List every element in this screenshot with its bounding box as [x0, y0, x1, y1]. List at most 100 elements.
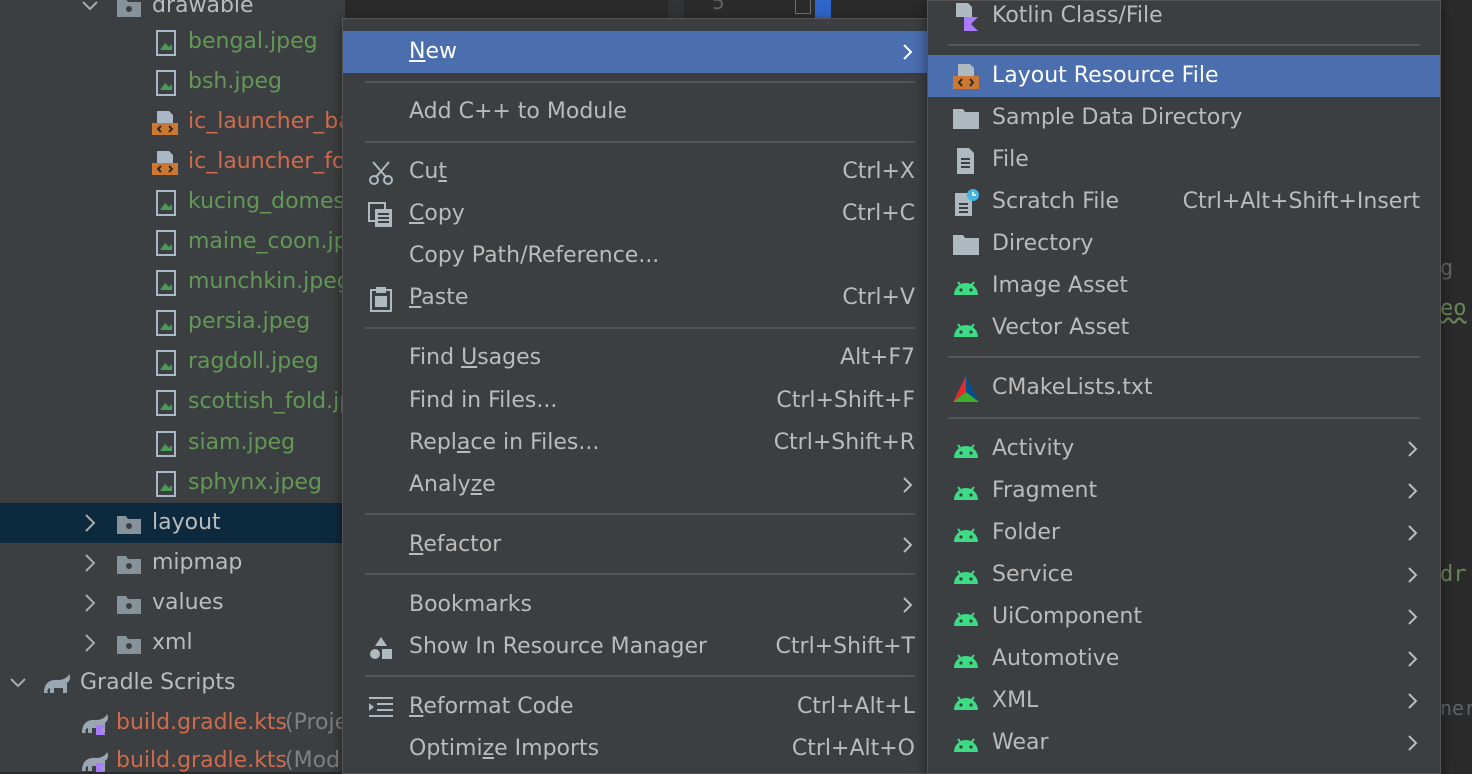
menu-item-copy-path[interactable]: Copy Path/Reference...	[343, 235, 927, 277]
tree-file[interactable]: ragdoll.jpeg	[0, 342, 345, 382]
tree-gradle-file[interactable]: build.gradle.kts (Mod	[0, 741, 345, 772]
menu-item-label: Replace in Files...	[409, 430, 600, 455]
image-file-icon	[156, 190, 176, 216]
menu-item-label: Cut	[409, 159, 447, 184]
xml-file-icon	[152, 111, 178, 135]
menu-item-image-asset[interactable]: Image Asset	[928, 265, 1440, 307]
menu-separator	[365, 81, 915, 83]
menu-item-vector-asset[interactable]: Vector Asset	[928, 307, 1440, 349]
menu-item-label: Copy Path/Reference...	[409, 243, 660, 268]
menu-item-label: CMakeLists.txt	[992, 375, 1153, 400]
menu-separator	[365, 513, 915, 515]
image-file-icon	[156, 350, 176, 376]
tree-file[interactable]: ic_launcher_ba	[0, 102, 345, 142]
tree-file[interactable]: ic_launcher_fo	[0, 142, 345, 182]
tree-gradle-scripts[interactable]: Gradle Scripts	[0, 663, 345, 703]
menu-item-new[interactable]: New	[343, 31, 927, 73]
menu-separator	[365, 573, 915, 575]
tree-folder-values[interactable]: values	[0, 583, 345, 623]
file-icon	[957, 148, 974, 174]
editor-marker	[815, 0, 831, 18]
menu-item-replace-in-files[interactable]: Replace in Files... Ctrl+Shift+R	[343, 422, 927, 464]
menu-item-cut[interactable]: Cut Ctrl+X	[343, 151, 927, 193]
menu-item-label: Optimize Imports	[409, 736, 600, 761]
menu-item-uicomponent[interactable]: UiComponent	[928, 596, 1440, 638]
menu-item-service[interactable]: Service	[928, 554, 1440, 596]
menu-item-file[interactable]: File	[928, 139, 1440, 181]
menu-item-shortcut: Ctrl+X	[842, 159, 915, 184]
submenu-arrow-icon	[1408, 525, 1418, 541]
chevron-down-icon	[82, 1, 98, 11]
menu-item-directory[interactable]: Directory	[928, 223, 1440, 265]
menu-item-label: Folder	[992, 520, 1060, 545]
tree-file[interactable]: bengal.jpeg	[0, 22, 345, 62]
tree-file[interactable]: bsh.jpeg	[0, 62, 345, 102]
line-number: 5	[712, 0, 725, 14]
menu-item-sample-data-directory[interactable]: Sample Data Directory	[928, 97, 1440, 139]
tree-file[interactable]: maine_coon.jp	[0, 222, 345, 262]
gradle-kotlin-icon	[82, 714, 109, 735]
menu-item-analyze[interactable]: Analyze	[343, 464, 927, 506]
menu-item-optimize-imports[interactable]: Optimize Imports Ctrl+Alt+O	[343, 728, 927, 770]
xml-file-icon	[152, 151, 178, 175]
menu-item-fragment[interactable]: Fragment	[928, 470, 1440, 512]
menu-item-activity[interactable]: Activity	[928, 428, 1440, 470]
menu-item-show-in-resource-manager[interactable]: Show In Resource Manager Ctrl+Shift+T	[343, 626, 927, 668]
menu-item-layout-resource-file[interactable]: Layout Resource File	[928, 55, 1440, 97]
menu-item-label: Bookmarks	[409, 592, 532, 617]
submenu-arrow-icon	[903, 597, 913, 613]
tree-folder-label: mipmap	[152, 550, 243, 575]
tree-file[interactable]: kucing_domes	[0, 182, 345, 222]
menu-item-cmakelists[interactable]: CMakeLists.txt	[928, 367, 1440, 409]
menu-item-folder[interactable]: Folder	[928, 512, 1440, 554]
menu-item-shortcut: Ctrl+Alt+Shift+Insert	[1182, 189, 1420, 214]
tree-file-suffix: (Proje	[285, 710, 345, 735]
menu-item-refactor[interactable]: Refactor	[343, 524, 927, 566]
submenu-arrow-icon	[903, 537, 913, 553]
menu-item-label: Automotive	[992, 646, 1120, 671]
paste-icon	[370, 287, 392, 312]
menu-item-wear[interactable]: Wear	[928, 722, 1440, 764]
menu-item-xml[interactable]: XML	[928, 680, 1440, 722]
menu-item-label: Refactor	[409, 532, 502, 557]
tree-folder-mipmap[interactable]: mipmap	[0, 543, 345, 583]
menu-item-copy[interactable]: Copy Ctrl+C	[343, 193, 927, 235]
menu-item-bookmarks[interactable]: Bookmarks	[343, 584, 927, 626]
menu-separator	[365, 327, 915, 329]
tree-file-label: maine_coon.jp	[188, 229, 345, 254]
tree-file[interactable]: munchkin.jpeg	[0, 262, 345, 302]
tree-file-label: ic_launcher_ba	[188, 109, 345, 134]
menu-item-add-cpp[interactable]: Add C++ to Module	[343, 91, 927, 133]
tree-folder-layout[interactable]: layout	[0, 503, 345, 543]
android-icon	[954, 738, 978, 752]
submenu-arrow-icon	[1408, 609, 1418, 625]
folder-icon	[117, 516, 141, 534]
tree-file[interactable]: persia.jpeg	[0, 302, 345, 342]
tree-folder-xml[interactable]: xml	[0, 623, 345, 663]
image-file-icon	[156, 390, 176, 416]
tree-file[interactable]: siam.jpeg	[0, 423, 345, 463]
menu-item-label: Find Usages	[409, 345, 542, 370]
cmake-icon	[953, 376, 979, 402]
menu-item-scratch-file[interactable]: Scratch File Ctrl+Alt+Shift+Insert	[928, 181, 1440, 223]
tree-file[interactable]: sphynx.jpeg	[0, 463, 345, 503]
context-menu: New Add C++ to Module Cut Ctrl+X Copy Ct…	[342, 18, 928, 774]
tree-file[interactable]: scottish_fold.jp	[0, 382, 345, 422]
chevron-right-icon	[85, 594, 96, 612]
menu-item-find-usages[interactable]: Find Usages Alt+F7	[343, 337, 927, 379]
tree-gradle-file[interactable]: build.gradle.kts (Proje	[0, 703, 345, 743]
menu-item-find-in-files[interactable]: Find in Files... Ctrl+Shift+F	[343, 380, 927, 422]
menu-item-paste[interactable]: Paste Ctrl+V	[343, 277, 927, 319]
submenu-arrow-icon	[903, 44, 913, 60]
resource-manager-icon	[370, 637, 392, 659]
fold-marker-icon[interactable]	[795, 0, 811, 14]
new-submenu: Kotlin Class/File Layout Resource File S…	[927, 0, 1441, 774]
tree-folder-label: layout	[152, 510, 221, 535]
menu-item-kotlin-class[interactable]: Kotlin Class/File	[928, 0, 1440, 37]
menu-item-label: Service	[992, 562, 1074, 587]
menu-item-automotive[interactable]: Automotive	[928, 638, 1440, 680]
tree-folder-label: xml	[152, 630, 193, 655]
editor-code-fragment: g	[1440, 256, 1454, 281]
menu-item-reformat-code[interactable]: Reformat Code Ctrl+Alt+L	[343, 686, 927, 728]
android-icon	[954, 281, 978, 295]
